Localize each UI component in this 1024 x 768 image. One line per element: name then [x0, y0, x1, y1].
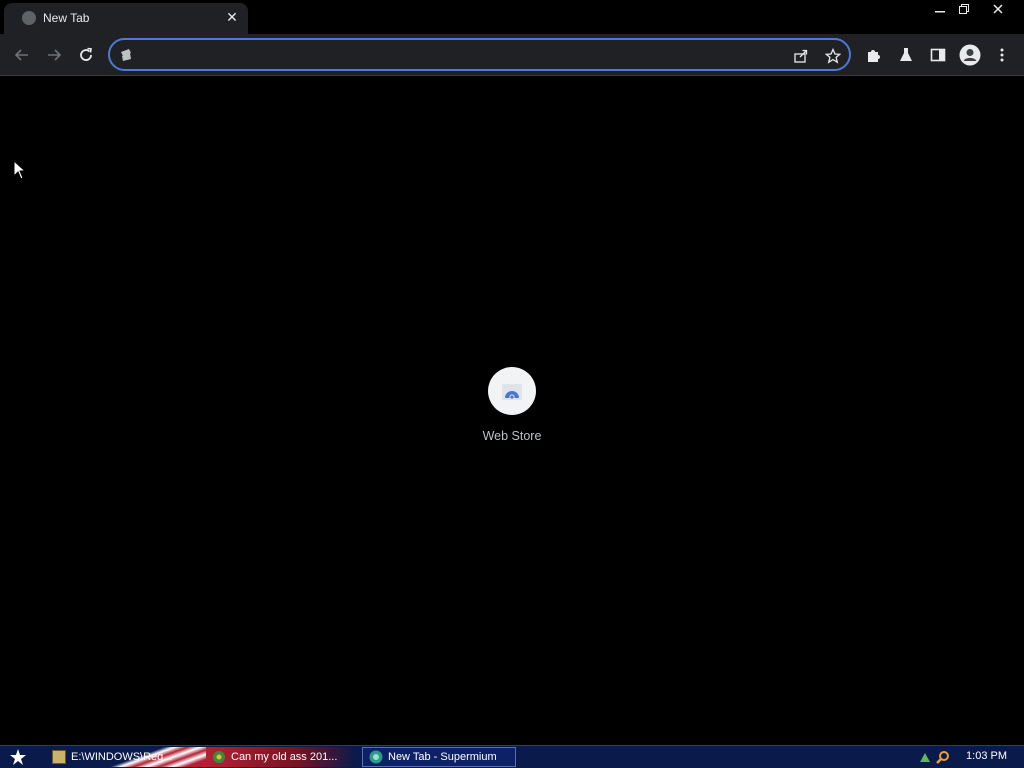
close-icon: [993, 4, 1003, 14]
shortcut-web-store[interactable]: Web Store: [470, 367, 554, 447]
tab-new-tab[interactable]: New Tab ✕: [4, 3, 248, 34]
address-input[interactable]: [144, 45, 788, 67]
labs-button[interactable]: [894, 43, 918, 67]
clock: 1:03 PM: [966, 750, 1007, 762]
restore-button[interactable]: [952, 0, 976, 18]
network-icon[interactable]: [918, 750, 932, 764]
kebab-menu-icon: [1000, 48, 1004, 62]
app-icon: [212, 750, 226, 764]
forward-button[interactable]: [42, 43, 66, 67]
side-panel-button[interactable]: [926, 43, 950, 67]
tab-strip: New Tab ✕: [0, 0, 1024, 34]
side-panel-icon: [930, 48, 946, 62]
taskbar-item-label: New Tab - Supermium: [388, 751, 497, 763]
address-bar[interactable]: [108, 38, 851, 71]
extensions-button[interactable]: [862, 43, 886, 67]
arrow-right-icon: [48, 49, 62, 61]
back-button[interactable]: [10, 43, 34, 67]
taskbar-item-label: E:\WINDOWS\Reg...: [71, 751, 173, 763]
reload-icon: [80, 47, 92, 61]
taskbar-item-registry[interactable]: E:\WINDOWS\Reg...: [46, 747, 206, 767]
restore-icon: [959, 4, 969, 14]
browser-toolbar: [0, 34, 1024, 76]
star-start-icon: [10, 749, 26, 765]
taskbar-item-supermium[interactable]: New Tab - Supermium: [362, 747, 516, 767]
close-window-button[interactable]: [986, 0, 1010, 18]
mouse-cursor-icon: [13, 160, 27, 180]
web-store-tile: [488, 367, 536, 415]
site-info-icon[interactable]: [119, 48, 133, 62]
arrow-left-icon: [14, 49, 28, 61]
bookmark-star-button[interactable]: [822, 45, 844, 67]
taskbar: E:\WINDOWS\Reg... Can my old ass 201... …: [0, 745, 1024, 768]
reload-button[interactable]: [74, 43, 98, 67]
tab-close-button[interactable]: ✕: [224, 9, 240, 25]
share-icon: [794, 49, 808, 63]
menu-button[interactable]: [990, 43, 1014, 67]
minimize-button[interactable]: [928, 0, 952, 18]
start-button[interactable]: [4, 746, 32, 768]
new-tab-page: Web Store: [0, 77, 1024, 745]
shortcut-label: Web Store: [482, 429, 542, 443]
search-icon[interactable]: [936, 750, 950, 764]
star-icon: [825, 48, 841, 64]
minimize-icon: [935, 11, 945, 13]
system-tray: 1:03 PM: [914, 746, 1024, 768]
registry-icon: [52, 750, 66, 764]
globe-icon: [22, 11, 36, 25]
flask-icon: [900, 48, 912, 61]
supermium-icon: [369, 750, 383, 764]
avatar-icon: [959, 44, 981, 66]
puzzle-icon: [868, 50, 880, 62]
tab-title: New Tab: [43, 11, 90, 25]
web-store-icon: [502, 384, 522, 400]
taskbar-item-label: Can my old ass 201...: [231, 751, 338, 763]
share-button[interactable]: [790, 45, 812, 67]
profile-button[interactable]: [958, 43, 982, 67]
taskbar-item-forum[interactable]: Can my old ass 201...: [206, 747, 356, 767]
